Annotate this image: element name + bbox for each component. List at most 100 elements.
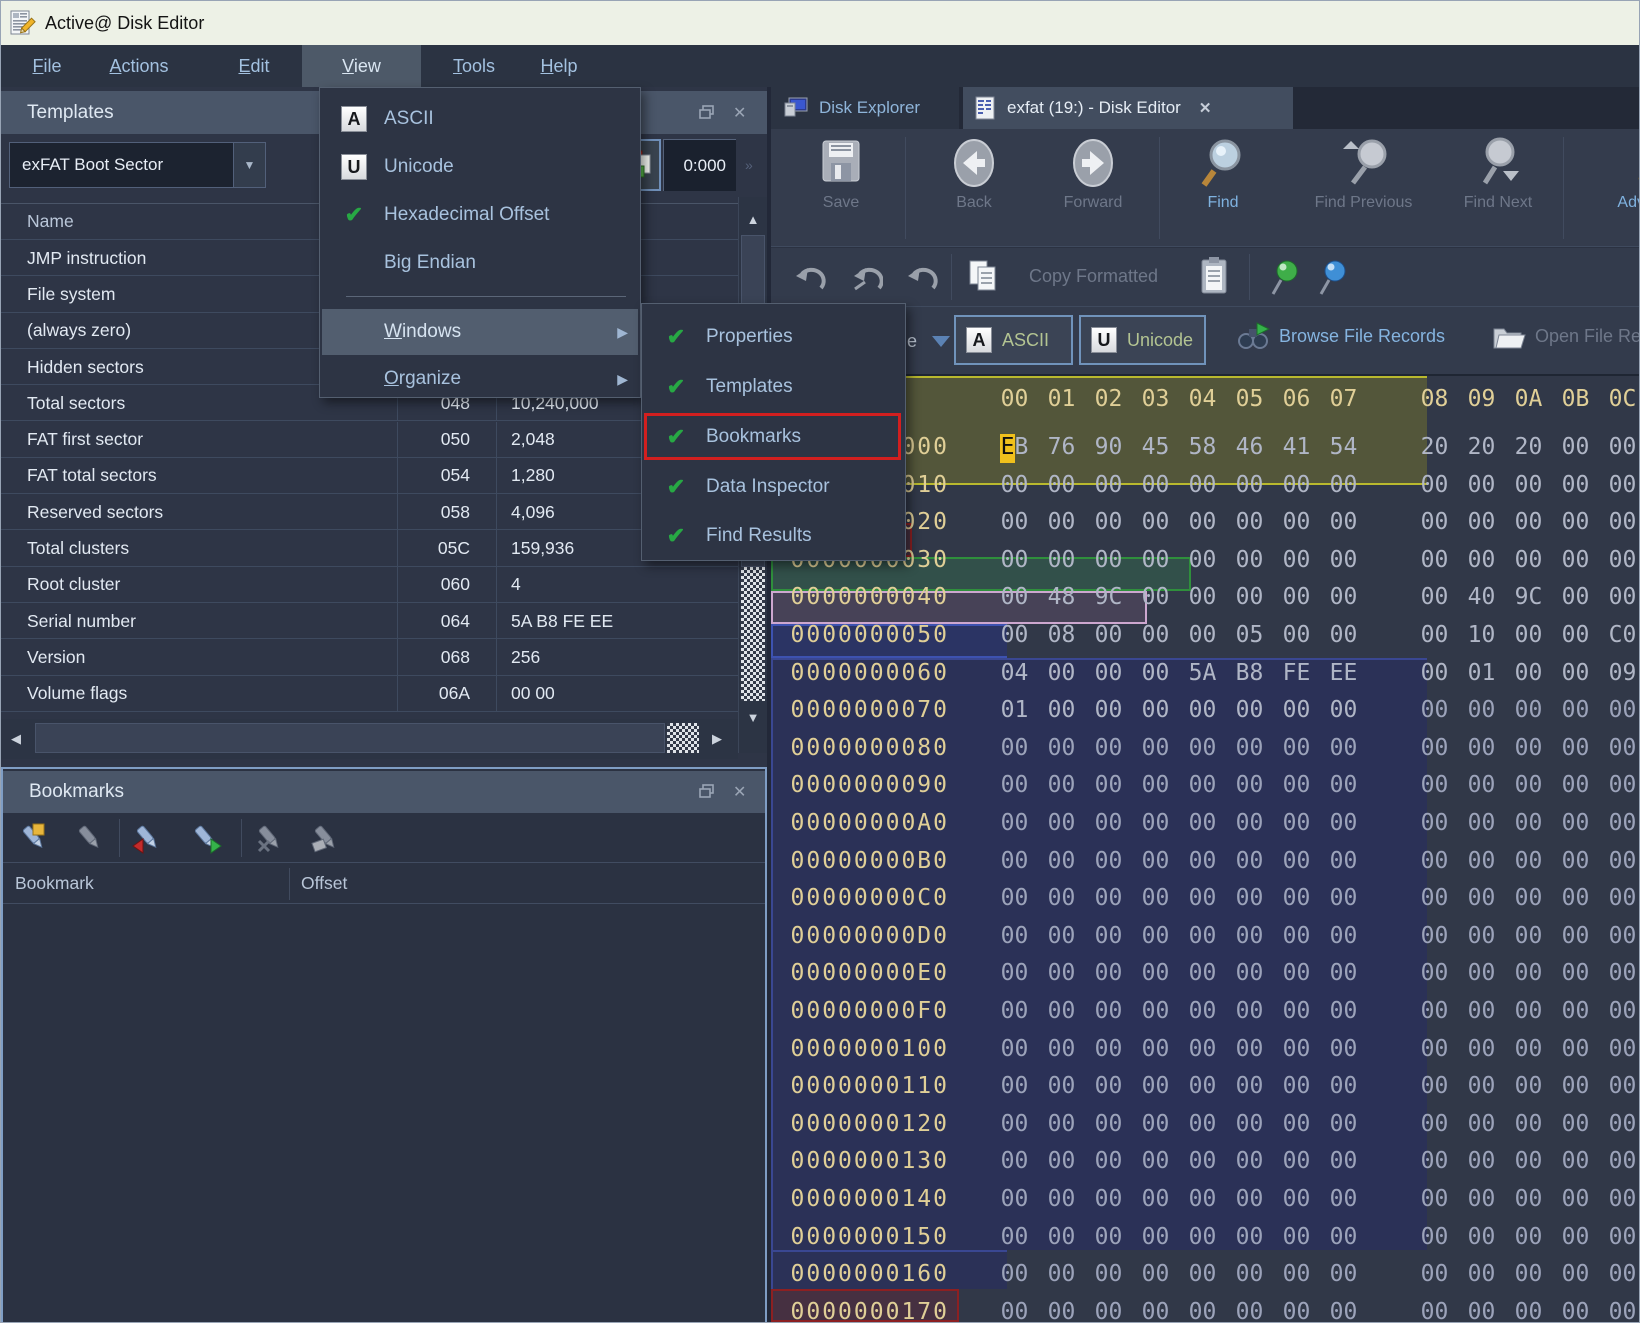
hex-byte[interactable]: 00: [1179, 810, 1226, 836]
paste-icon[interactable]: [1199, 256, 1229, 301]
hex-byte[interactable]: 00: [1505, 923, 1552, 949]
hex-byte[interactable]: 00: [1599, 1261, 1640, 1287]
menu-item-windows[interactable]: Windows ▶: [322, 309, 638, 355]
hex-byte[interactable]: 00: [1038, 697, 1085, 723]
hex-byte[interactable]: 00: [1411, 1299, 1458, 1323]
hex-byte[interactable]: 00: [991, 885, 1038, 911]
hex-byte[interactable]: 00: [991, 1224, 1038, 1250]
hex-byte[interactable]: 00: [991, 998, 1038, 1024]
template-row[interactable]: FAT first sector0502,048: [1, 422, 738, 458]
horizontal-scroll-thumb[interactable]: [35, 723, 665, 753]
hex-byte[interactable]: 00: [1226, 1299, 1273, 1323]
hex-byte[interactable]: 00: [1179, 697, 1226, 723]
hex-byte[interactable]: 00: [1599, 1224, 1640, 1250]
hex-byte[interactable]: 00: [1273, 848, 1320, 874]
hex-byte[interactable]: 00: [1179, 1299, 1226, 1323]
hex-byte[interactable]: 00: [1320, 509, 1367, 535]
hex-byte[interactable]: 00: [1226, 1186, 1273, 1212]
template-row[interactable]: Serial number0645A B8 FE EE: [1, 603, 738, 639]
hex-byte[interactable]: 00: [1320, 697, 1367, 723]
hex-byte[interactable]: 00: [1411, 1073, 1458, 1099]
hex-byte[interactable]: 00: [1411, 810, 1458, 836]
hex-byte[interactable]: 00: [1458, 472, 1505, 498]
hex-byte[interactable]: 00: [1085, 998, 1132, 1024]
hex-byte[interactable]: 00: [1273, 509, 1320, 535]
hex-byte[interactable]: 00: [991, 848, 1038, 874]
scroll-right-icon[interactable]: ▶: [705, 727, 729, 751]
hex-byte[interactable]: 00: [1038, 509, 1085, 535]
hex-byte[interactable]: 00: [1320, 547, 1367, 573]
hex-byte[interactable]: 00: [1132, 960, 1179, 986]
hex-byte[interactable]: 00: [1132, 1186, 1179, 1212]
hex-byte[interactable]: 00: [1458, 509, 1505, 535]
hex-byte[interactable]: 00: [1226, 547, 1273, 573]
hex-byte[interactable]: 00: [1038, 1224, 1085, 1250]
find-button[interactable]: Find: [1183, 137, 1263, 212]
hex-byte[interactable]: 00: [991, 810, 1038, 836]
column-header-offset[interactable]: Offset: [301, 873, 347, 894]
hex-byte[interactable]: 00: [1411, 1111, 1458, 1137]
hex-byte[interactable]: 00: [1320, 885, 1367, 911]
hex-byte[interactable]: 00: [1273, 1111, 1320, 1137]
hex-byte[interactable]: 00: [1226, 1036, 1273, 1062]
hex-byte[interactable]: 04: [991, 660, 1038, 686]
hex-byte[interactable]: 00: [1038, 810, 1085, 836]
menu-help[interactable]: Help: [528, 45, 590, 87]
hex-byte[interactable]: 41: [1273, 434, 1320, 460]
hex-byte[interactable]: 00: [1458, 1036, 1505, 1062]
hex-byte[interactable]: 00: [1179, 848, 1226, 874]
hex-byte[interactable]: 00: [1505, 1299, 1552, 1323]
hex-byte[interactable]: 00: [991, 1148, 1038, 1174]
hex-byte[interactable]: 9C: [1505, 584, 1552, 610]
hex-byte[interactable]: 00: [1038, 660, 1085, 686]
hex-byte[interactable]: 00: [1552, 1224, 1599, 1250]
scroll-left-icon[interactable]: ◀: [5, 727, 27, 751]
unicode-toggle-button[interactable]: U Unicode: [1079, 315, 1206, 365]
hex-byte[interactable]: 00: [1226, 960, 1273, 986]
find-next-button[interactable]: Find Next: [1443, 137, 1553, 212]
hex-byte[interactable]: 00: [1552, 1036, 1599, 1062]
template-row[interactable]: Version068256: [1, 639, 738, 675]
hex-byte[interactable]: 00: [1132, 810, 1179, 836]
hex-byte[interactable]: 00: [1085, 848, 1132, 874]
hex-byte[interactable]: 00: [1552, 472, 1599, 498]
hex-byte[interactable]: 00: [1273, 885, 1320, 911]
hex-byte[interactable]: 00: [1320, 472, 1367, 498]
forward-button[interactable]: Forward: [1043, 137, 1143, 212]
hex-byte[interactable]: 00: [1599, 960, 1640, 986]
hex-byte[interactable]: 00: [1085, 960, 1132, 986]
hex-byte[interactable]: 00: [1085, 1299, 1132, 1323]
hex-byte[interactable]: 00: [1599, 547, 1640, 573]
hex-byte[interactable]: 00: [1085, 885, 1132, 911]
hex-byte[interactable]: 00: [1552, 1261, 1599, 1287]
hex-byte[interactable]: 00: [1458, 697, 1505, 723]
hex-byte[interactable]: 00: [1038, 735, 1085, 761]
hex-byte[interactable]: 00: [1505, 772, 1552, 798]
hex-byte[interactable]: 00: [1458, 735, 1505, 761]
hex-byte[interactable]: 00: [1179, 1073, 1226, 1099]
hex-byte[interactable]: 00: [1458, 848, 1505, 874]
hex-byte[interactable]: 00: [1552, 547, 1599, 573]
hex-byte[interactable]: 00: [1552, 660, 1599, 686]
hex-byte[interactable]: 00: [1132, 660, 1179, 686]
hex-byte[interactable]: 00: [1320, 1299, 1367, 1323]
advanced-button[interactable]: Advanced: [1583, 137, 1640, 212]
hex-byte[interactable]: 00: [1273, 547, 1320, 573]
hex-byte[interactable]: 00: [1458, 1073, 1505, 1099]
hex-byte[interactable]: 00: [1505, 1073, 1552, 1099]
hex-byte[interactable]: 08: [1038, 622, 1085, 648]
hex-byte[interactable]: 00: [1226, 1261, 1273, 1287]
hex-byte[interactable]: B8: [1226, 660, 1273, 686]
copy-formatted-label[interactable]: Copy Formatted: [1029, 266, 1158, 287]
hex-byte[interactable]: 00: [1458, 810, 1505, 836]
tab-disk-editor[interactable]: exfat (19:) - Disk Editor ✕: [963, 87, 1293, 129]
hex-byte[interactable]: 00: [1132, 1073, 1179, 1099]
hex-byte[interactable]: 00: [991, 1186, 1038, 1212]
menu-item-organize[interactable]: Organize ▶: [322, 357, 638, 401]
chevron-down-icon[interactable]: ▼: [233, 143, 265, 187]
hex-byte[interactable]: 00: [1038, 1261, 1085, 1287]
hex-byte[interactable]: 00: [1132, 998, 1179, 1024]
hex-byte[interactable]: 00: [1599, 697, 1640, 723]
hex-byte[interactable]: 00: [1085, 622, 1132, 648]
menu-item-unicode[interactable]: U Unicode: [322, 143, 638, 191]
